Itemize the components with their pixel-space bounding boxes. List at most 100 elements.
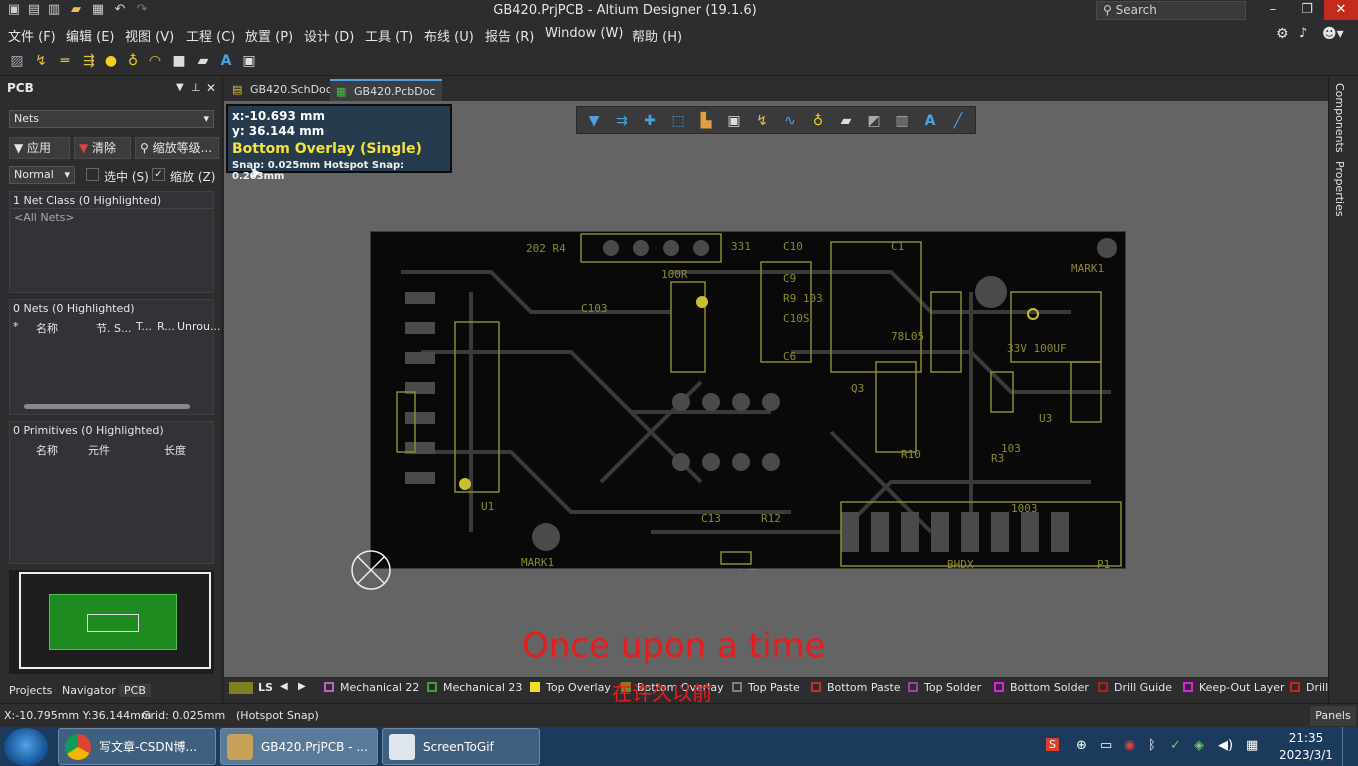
board-minimap[interactable] <box>9 570 214 674</box>
nets-col-unrouted[interactable]: Unrou... <box>177 320 221 333</box>
crosshair-icon[interactable]: ✚ <box>641 112 659 130</box>
layer-tab-mech23[interactable]: Mechanical 23 <box>427 681 522 694</box>
dimension-icon[interactable]: ◩ <box>865 112 883 130</box>
layer-tab-top-paste[interactable]: Top Paste <box>732 681 800 694</box>
tab-pcbdoc[interactable]: ▦GB420.PcbDoc * <box>330 79 442 120</box>
layer-left-icon[interactable]: ◀ <box>280 681 288 692</box>
align-icon[interactable]: ▙ <box>697 112 715 130</box>
text-icon[interactable]: A <box>217 52 235 70</box>
apply-button[interactable]: ▼ 应用 <box>9 137 70 159</box>
tab-components[interactable]: Components <box>1333 83 1346 153</box>
layer-tab-drill-guide[interactable]: Drill Guide <box>1098 681 1172 694</box>
component-icon[interactable]: ▣ <box>725 112 743 130</box>
hatch-icon[interactable]: ▨ <box>8 52 26 70</box>
tab-schdoc[interactable]: ▤ GB420.SchDoc <box>226 79 332 101</box>
via-icon[interactable]: ● <box>102 52 120 70</box>
layer-tab-bottom-paste[interactable]: Bottom Paste <box>811 681 901 694</box>
pad-icon[interactable]: ♁ <box>809 112 827 130</box>
task-screentogif[interactable]: ScreenToGif <box>382 728 540 765</box>
horizontal-scrollbar[interactable] <box>24 404 190 409</box>
tab-properties[interactable]: Properties <box>1333 161 1346 217</box>
menu-tools[interactable]: 工具 (T) <box>365 26 413 45</box>
pcb-board[interactable]: 202 R4 331 C10 100R C1 C9 R9 103 C10S C6 C103 7… <box>370 231 1126 580</box>
select-checkbox[interactable] <box>86 168 99 181</box>
menu-edit[interactable]: 编辑 (E) <box>66 26 115 45</box>
net-class-item[interactable]: <All Nets> <box>14 211 75 224</box>
start-button[interactable] <box>4 728 48 766</box>
tab-projects[interactable]: Projects <box>9 684 52 697</box>
filter-icon[interactable]: ▼ <box>585 112 603 130</box>
network-globe-icon[interactable]: ⊕ <box>1076 738 1087 753</box>
network-icon[interactable]: ▦ <box>1246 738 1258 753</box>
graph-icon[interactable]: ▥ <box>893 112 911 130</box>
security-icon[interactable]: ✓ <box>1170 738 1181 753</box>
menu-project[interactable]: 工程 (C) <box>186 26 235 45</box>
polygon-icon[interactable]: ▰ <box>194 52 212 70</box>
menu-place[interactable]: 放置 (P) <box>245 26 293 45</box>
prims-col-name[interactable]: 名称 <box>36 442 58 458</box>
volume-icon[interactable]: ◀) <box>1218 738 1233 753</box>
monitor-icon[interactable]: ▭ <box>1100 738 1112 753</box>
prims-col-length[interactable]: 长度 <box>164 442 186 458</box>
layer-tab-bottom-solder[interactable]: Bottom Solder <box>994 681 1089 694</box>
layer-right-icon[interactable]: ▶ <box>298 681 306 692</box>
menu-route[interactable]: 布线 (U) <box>424 26 474 45</box>
task-chrome[interactable]: 写文章-CSDN博... <box>58 728 216 765</box>
select-rect-icon[interactable]: ⬚ <box>669 112 687 130</box>
route-icon[interactable]: ↯ <box>753 112 771 130</box>
menu-reports[interactable]: 报告 (R) <box>485 26 534 45</box>
task-altium[interactable]: GB420.PrjPCB - ... <box>220 728 378 765</box>
layer-tab-top-solder[interactable]: Top Solder <box>908 681 981 694</box>
text-icon[interactable]: A <box>921 112 939 130</box>
menu-design[interactable]: 设计 (D) <box>304 26 354 45</box>
tray-app-icon[interactable]: S <box>1046 738 1059 751</box>
tab-navigator[interactable]: Navigator <box>62 684 116 697</box>
restore-button[interactable]: ❐ <box>1290 0 1324 20</box>
pin-icon[interactable]: ⊥ <box>191 81 201 94</box>
menu-help[interactable]: 帮助 (H) <box>632 26 682 45</box>
zoom-checkbox[interactable]: ✓ <box>152 168 165 181</box>
panel-close-icon[interactable]: ✕ <box>206 81 216 95</box>
layer-tab-keepout[interactable]: Keep-Out Layer <box>1183 681 1285 694</box>
layer-tab-drill[interactable]: Drill <box>1290 681 1328 694</box>
menu-file[interactable]: 文件 (F) <box>8 26 56 45</box>
menu-view[interactable]: 视图 (V) <box>125 26 174 45</box>
nets-col-t[interactable]: T... <box>136 320 152 333</box>
route-icon[interactable]: ↯ <box>32 52 50 70</box>
nets-col-name[interactable]: 名称 <box>36 320 58 336</box>
prims-col-component[interactable]: 元件 <box>88 442 110 458</box>
tab-pcb[interactable]: PCB <box>119 684 151 697</box>
pad-icon[interactable]: ♁ <box>124 52 142 70</box>
diff-pair-icon[interactable]: ∿ <box>781 112 799 130</box>
panel-menu-icon[interactable]: ▼ <box>176 82 184 93</box>
component-icon[interactable]: ▣ <box>240 52 258 70</box>
fill-icon[interactable]: ■ <box>170 52 188 70</box>
pcb-canvas[interactable]: x:-10.693 mm y: 36.144 mm Bottom Overlay… <box>224 101 1328 677</box>
user-icon[interactable]: ☻▾ <box>1322 26 1344 42</box>
multi-route-icon[interactable]: ⇶ <box>80 52 98 70</box>
clock[interactable]: 21:35 2023/3/1 <box>1276 730 1336 764</box>
zoom-level-button[interactable]: ⚲ 缩放等级... <box>135 137 219 159</box>
layer-tab-mech22[interactable]: Mechanical 22 <box>324 681 419 694</box>
clear-button[interactable]: ▼ 清除 <box>74 137 131 159</box>
current-layer-swatch[interactable] <box>229 682 253 694</box>
diff-pair-icon[interactable]: ═ <box>56 52 74 70</box>
antivirus-icon[interactable]: ◉ <box>1124 738 1135 753</box>
gear-icon[interactable]: ⚙ <box>1276 26 1289 42</box>
show-desktop-button[interactable] <box>1342 727 1358 766</box>
nets-col-r[interactable]: R... <box>157 320 175 333</box>
mode-select[interactable]: Nets ▾ <box>9 110 214 128</box>
minimize-button[interactable]: – <box>1256 0 1290 20</box>
close-button[interactable]: ✕ <box>1324 0 1358 20</box>
bluetooth-icon[interactable]: ᛒ <box>1148 738 1156 753</box>
panels-button[interactable]: Panels <box>1310 706 1356 726</box>
interactive-route-icon[interactable]: ⇉ <box>613 112 631 130</box>
normal-select[interactable]: Normal ▾ <box>9 166 75 184</box>
nets-col-star[interactable]: * <box>13 320 19 333</box>
nets-col-nodes[interactable]: 节. S... <box>96 320 131 336</box>
line-icon[interactable]: ╱ <box>949 112 967 130</box>
layer-tab-top-overlay[interactable]: Top Overlay <box>530 681 611 694</box>
nvidia-icon[interactable]: ◈ <box>1194 738 1204 753</box>
menu-window[interactable]: Window (W) <box>545 26 623 41</box>
bell-icon[interactable]: ♪ <box>1299 26 1307 41</box>
